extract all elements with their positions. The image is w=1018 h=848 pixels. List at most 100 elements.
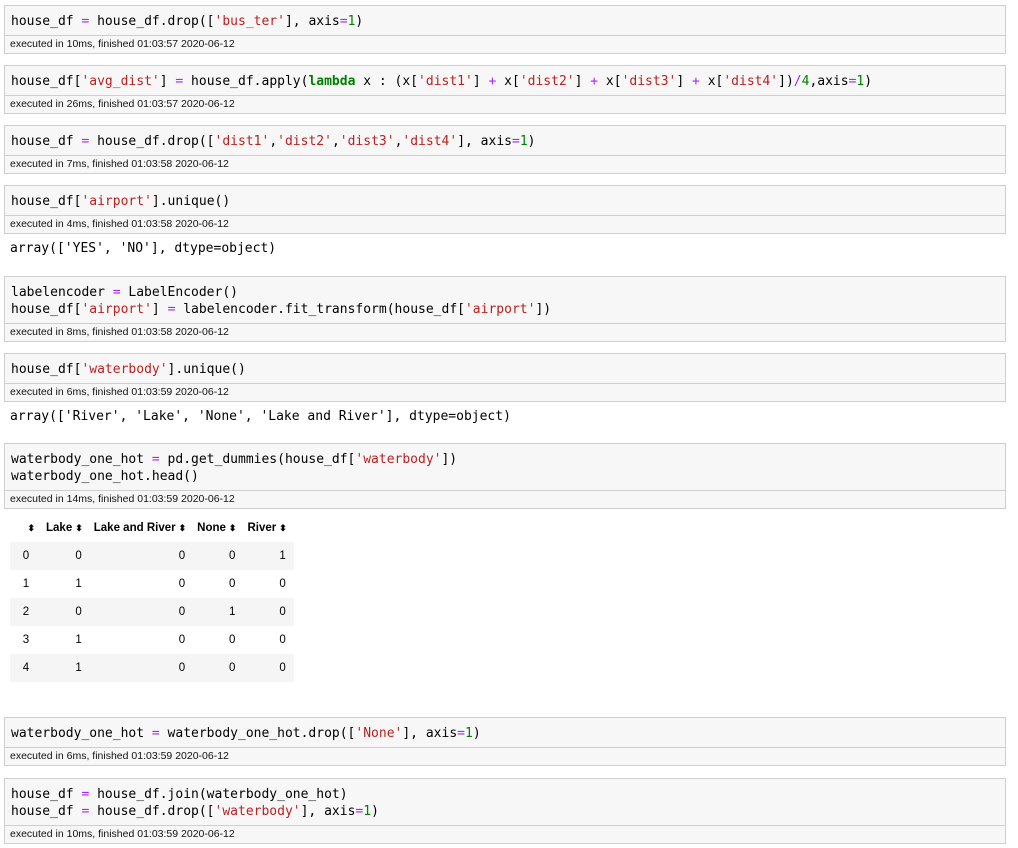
code-token: 'airport' [81,194,152,209]
code-token: 1 [464,726,473,741]
code-token: ].unique() [151,194,231,209]
execution-time: executed in 4ms, finished 01:03:58 2020-… [5,215,1005,233]
code-token: ) [864,74,873,89]
code-cell-7[interactable]: waterbody_one_hot = pd.get_dummies(house… [4,443,1006,509]
table-header-row: ⬍ Lake ⬍ Lake and River ⬍ None ⬍ River ⬍ [10,514,294,542]
code-cell-1[interactable]: house_df = house_df.drop(['bus_ter'], ax… [4,5,1006,54]
table-cell: 1 [279,550,286,562]
table-cell: 1 [75,662,82,674]
code-token: ] [472,74,481,89]
code-token: house_df.drop([ [97,134,215,149]
code-input[interactable]: house_df['airport'].unique() [5,186,1005,215]
row-index: 1 [22,578,30,590]
sort-icon[interactable]: ⬍ [229,523,237,533]
row-index: 0 [22,550,30,562]
code-token: 'avg_dist' [81,74,160,89]
cell-output: array(['River', 'Lake', 'None', 'Lake an… [10,409,511,424]
execution-time: executed in 10ms, finished 01:03:57 2020… [5,35,1005,53]
code-cell-2[interactable]: house_df['avg_dist'] = house_df.apply(la… [4,65,1006,114]
sort-icon[interactable]: ⬍ [279,523,287,533]
code-token: ]) [778,74,794,89]
code-input[interactable]: waterbody_one_hot = pd.get_dummies(house… [5,444,1005,490]
code-token: house_df.drop([ [97,804,215,819]
column-header-index[interactable]: ⬍ [10,514,42,542]
dataframe-table: ⬍ Lake ⬍ Lake and River ⬍ None ⬍ River ⬍ 0 0… [10,514,294,682]
code-token: 'dist2' [277,134,332,149]
table-cell: 0 [178,550,186,562]
execution-time: executed in 10ms, finished 01:03:59 2020… [5,825,1005,843]
table-row: 1 1 0 0 0 [10,570,294,598]
code-token: 'dist2' [519,74,575,89]
table-cell: 0 [229,634,236,646]
code-token: house_df.apply( [191,74,309,89]
code-token: = [511,134,520,149]
code-token: house_df [11,134,74,149]
code-token: ,axis [809,74,849,89]
code-cell-5[interactable]: labelencoder = LabelEncoder() house_df['… [4,276,1006,342]
code-token: = [175,74,184,89]
code-token: labelencoder.fit_transform(house_df[ [183,302,465,317]
row-index: 4 [22,662,30,674]
code-token: house_df [11,804,74,819]
table-cell: 0 [279,606,286,618]
execution-time: executed in 8ms, finished 01:03:58 2020-… [5,323,1005,341]
code-token: / [793,74,802,89]
table-cell: 0 [229,662,236,674]
column-header[interactable]: Lake ⬍ [42,514,90,542]
column-label: Lake [46,522,73,534]
code-input[interactable]: house_df = house_df.drop(['dist1','dist2… [5,126,1005,155]
code-cell-8[interactable]: waterbody_one_hot = waterbody_one_hot.dr… [4,717,1006,766]
code-token: lambda [308,74,356,89]
sort-icon[interactable]: ⬍ [179,523,187,533]
column-header[interactable]: None ⬍ [193,514,243,542]
code-token: 'dist1' [418,74,473,89]
table-cell: 0 [229,578,236,590]
code-token: ].unique() [167,362,246,377]
code-token: 'dist4' [723,74,779,89]
code-token: waterbody_one_hot.drop([ [167,726,356,741]
code-token: ) [527,134,536,149]
code-token: ] [159,74,168,89]
code-input[interactable]: house_df['avg_dist'] = house_df.apply(la… [5,66,1005,95]
code-input[interactable]: house_df = house_df.join(waterbody_one_h… [5,779,1005,825]
table-row: 2 0 0 1 0 [10,598,294,626]
sort-icon[interactable]: ⬍ [27,523,35,533]
code-token: = [81,804,90,819]
code-input[interactable]: waterbody_one_hot = waterbody_one_hot.dr… [5,718,1005,747]
code-token: ) [355,14,364,29]
code-token: + [590,74,599,89]
code-token: waterbody_one_hot [11,726,145,741]
code-cell-6[interactable]: house_df['waterbody'].unique() executed … [4,353,1006,402]
code-token: ]) [441,452,458,467]
row-index: 3 [22,634,30,646]
code-cell-4[interactable]: house_df['airport'].unique() executed in… [4,185,1006,234]
code-input[interactable]: labelencoder = LabelEncoder() house_df['… [5,277,1005,323]
code-token: ], axis [402,726,458,741]
code-token: waterbody_one_hot.head() [11,469,199,484]
table-cell: 0 [279,662,286,674]
column-label: River [247,522,277,534]
code-token: 'airport' [464,302,536,317]
code-input[interactable]: house_df = house_df.drop(['bus_ter'], ax… [5,6,1005,35]
sort-icon[interactable]: ⬍ [75,523,83,533]
code-token: = [151,452,160,467]
table-cell: 0 [75,606,82,618]
code-token: house_df.drop([ [97,14,215,29]
code-token: house_df [11,14,74,29]
code-input[interactable]: house_df['waterbody'].unique() [5,354,1005,383]
code-cell-9[interactable]: house_df = house_df.join(waterbody_one_h… [4,778,1006,844]
code-token: ] [151,302,160,317]
table-cell: 0 [178,606,186,618]
code-token: house_df[ [11,74,82,89]
code-token: house_df.join(waterbody_one_hot) [97,787,348,802]
code-token: 'dist3' [621,74,677,89]
code-token: = [81,134,90,149]
execution-time: executed in 7ms, finished 01:03:58 2020-… [5,155,1005,173]
row-index: 2 [22,606,30,618]
column-header[interactable]: River ⬍ [243,514,293,542]
code-cell-3[interactable]: house_df = house_df.drop(['dist1','dist2… [4,125,1006,174]
code-token: 'None' [355,726,403,741]
column-header[interactable]: Lake and River ⬍ [90,514,193,542]
table-row: 3 1 0 0 0 [10,626,294,654]
code-token: house_df[ [11,302,82,317]
